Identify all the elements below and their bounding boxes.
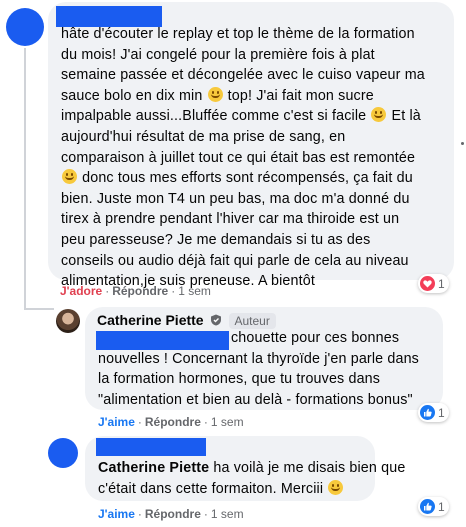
comment-text: hâte d'écouter le replay et top le thème… <box>61 26 425 290</box>
reply-button[interactable]: Répondre <box>145 415 201 429</box>
comment-actions: J'adore · Répondre · 1 sem <box>60 284 211 298</box>
timestamp[interactable]: 1 sem <box>211 415 244 429</box>
react-button[interactable]: J'adore <box>60 284 102 298</box>
reaction-count-badge[interactable]: 1 <box>418 274 449 293</box>
reaction-count-badge[interactable]: 1 <box>418 497 449 516</box>
reply-button[interactable]: Répondre <box>112 284 168 298</box>
smiley-emoji-icon <box>371 107 387 123</box>
reply-button[interactable]: Répondre <box>145 507 201 521</box>
reply-actions: J'aime · Répondre · 1 sem <box>98 415 244 429</box>
redacted-author-name <box>96 438 206 456</box>
reaction-count: 1 <box>438 405 445 420</box>
smiley-emoji-icon <box>328 479 344 495</box>
thread-line <box>24 308 54 310</box>
author-badge: Auteur <box>228 313 276 329</box>
reply-text: chouette pour ces bonnes nouvelles ! Con… <box>98 330 419 408</box>
more-options-icon[interactable] <box>461 142 464 145</box>
reaction-count: 1 <box>438 276 445 291</box>
author-avatar[interactable] <box>56 309 80 333</box>
like-button[interactable]: J'aime <box>98 415 135 429</box>
reply-actions: J'aime · Répondre · 1 sem <box>98 507 244 521</box>
thread-line <box>24 48 26 310</box>
reply-text: Catherine Piette ha voilà je me disais b… <box>98 460 406 497</box>
like-icon <box>420 405 435 420</box>
author-name[interactable]: Catherine Piette <box>97 312 204 328</box>
mentioned-author[interactable]: Catherine Piette <box>98 460 209 476</box>
reaction-count: 1 <box>438 499 445 514</box>
smiley-emoji-icon <box>62 169 77 185</box>
reaction-count-badge[interactable]: 1 <box>418 403 449 422</box>
like-icon <box>420 499 435 514</box>
heart-icon <box>420 276 435 291</box>
avatar[interactable] <box>48 438 78 468</box>
avatar[interactable] <box>6 8 44 46</box>
timestamp[interactable]: 1 sem <box>178 284 211 298</box>
smiley-emoji-icon <box>207 86 223 102</box>
like-button[interactable]: J'aime <box>98 507 135 521</box>
timestamp[interactable]: 1 sem <box>211 507 244 521</box>
